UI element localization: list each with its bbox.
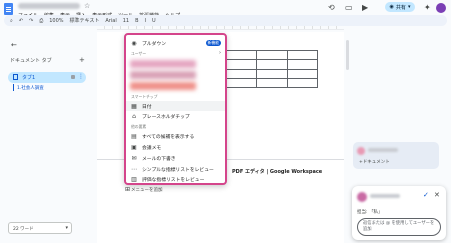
menu-item-email-draft[interactable]: ✉ メールの下書き	[126, 153, 225, 163]
reply-input[interactable]: 返信または @ を使用してユーザーを追加	[357, 218, 441, 236]
close-icon[interactable]: ✕	[434, 191, 440, 199]
video-call-icon[interactable]: ▶	[362, 3, 368, 12]
avatar	[357, 192, 367, 202]
document-tabs-sidebar: ← ドキュメント タブ + タブ1 ⋮ 1.社会人調査 22 ワード ▾	[0, 32, 95, 243]
person-suggestion[interactable]	[130, 71, 196, 79]
search-icon[interactable]: ⌕	[10, 18, 13, 24]
print-icon[interactable]: ⎙	[39, 18, 43, 24]
assignee-label: 担当: 「私」	[357, 210, 383, 215]
comment-text: +ドキュメント	[359, 160, 390, 165]
menu-item-label: すべての候補を表示する	[142, 134, 195, 140]
placeholder-chip-icon: ⌂	[132, 112, 136, 120]
scrollbar[interactable]	[346, 40, 349, 70]
commenter-name	[370, 194, 400, 198]
menu-item-label: プレースホルダチップ	[142, 114, 190, 120]
sidebar-item-tab1[interactable]: タブ1 ⋮	[8, 72, 86, 83]
formatting-toolbar: ⌕ ↶ ↷ ⎙ 100% 標準テキスト Arial 11 B I U	[4, 15, 447, 26]
menu-item-label: 日付	[142, 104, 152, 110]
style-select[interactable]: 標準テキスト	[70, 17, 100, 24]
check-icon[interactable]: ✓	[423, 191, 429, 199]
mail-icon: ✉	[131, 154, 137, 162]
dots-icon: ⋯	[131, 165, 137, 173]
section-smart-chips: スマートチップ	[131, 94, 158, 99]
avatar	[357, 147, 365, 155]
note-icon: ▣	[131, 143, 137, 151]
chevron-down-icon: ▾	[65, 225, 68, 231]
italic-button[interactable]: I	[145, 18, 146, 24]
comment-icon[interactable]: ▭	[345, 3, 353, 12]
bold-button[interactable]: B	[135, 18, 138, 24]
menu-item-meeting-notes[interactable]: ▣ 会議メモ	[126, 142, 225, 152]
font-select[interactable]: Arial	[105, 18, 116, 24]
menu-item-label: シンプルな指標リストをレビュー	[142, 167, 214, 173]
commenter-name	[368, 148, 398, 152]
menu-item-show-all[interactable]: ▤ すべての候補を表示する	[126, 131, 225, 141]
outline-heading[interactable]: 1.社会人調査	[17, 85, 44, 91]
underline-button[interactable]: U	[152, 18, 156, 24]
gemini-icon[interactable]: ✦	[424, 3, 431, 12]
add-menu-link[interactable]: メニューを追加	[131, 187, 163, 193]
calendar-icon: ▦	[131, 102, 137, 110]
horizontal-ruler[interactable]	[97, 26, 344, 30]
heading-indicator	[13, 84, 14, 91]
menu-item-review[interactable]: ▥ 評価な指標リストをレビュー	[126, 174, 225, 183]
new-badge: 新機能	[205, 40, 221, 46]
chevron-down-icon: ▾	[407, 4, 411, 10]
menu-item-dropdown[interactable]: ◉ プルダウン 新機能	[126, 38, 225, 48]
menu-item-label: 会議メモ	[142, 145, 162, 151]
active-comment-card[interactable]: ✓ ✕ 担当: 「私」 返信または @ を使用してユーザーを追加	[352, 186, 446, 240]
insert-chip-menu: ◉ プルダウン 新機能 ユーザー › スマートチップ ▦ 日付 ⌂ プレースホル…	[124, 33, 227, 185]
sidebar-title: ドキュメント タブ	[10, 58, 52, 64]
chip-icon: ◉	[131, 39, 137, 47]
menu-item-simple-review[interactable]: ⋯ シンプルな指標リストをレビュー	[126, 164, 225, 174]
redo-icon[interactable]: ↷	[29, 18, 33, 24]
menu-item-label: 評価な指標リストをレビュー	[142, 177, 205, 183]
document-icon	[13, 74, 18, 80]
document-table[interactable]	[225, 49, 319, 89]
tab-label: タブ1	[22, 75, 36, 81]
avatar[interactable]	[436, 3, 446, 13]
word-count-label: 22 ワード	[13, 227, 34, 232]
back-arrow-icon[interactable]: ←	[11, 41, 17, 49]
person-suggestion[interactable]	[130, 60, 196, 68]
add-comment-icon[interactable]: ⊞	[125, 186, 130, 193]
section-users: ユーザー	[131, 51, 147, 56]
comment-card[interactable]: +ドキュメント	[353, 142, 439, 169]
star-icon[interactable]: ☆	[84, 2, 90, 10]
document-link-text[interactable]: PDF エディタ | Google Workspace	[232, 168, 322, 175]
share-label: 共有	[395, 4, 406, 11]
more-vert-icon[interactable]: ⋮	[78, 73, 84, 80]
doc-icon: ▤	[131, 132, 137, 140]
undo-icon[interactable]: ↶	[19, 18, 23, 24]
review-icon: ▥	[131, 175, 137, 183]
document-title[interactable]	[18, 3, 80, 9]
menu-item-label: プルダウン	[142, 41, 166, 47]
docs-logo-icon[interactable]	[4, 3, 13, 15]
chevron-right-icon[interactable]: ›	[219, 50, 221, 56]
globe-icon: ◉	[389, 4, 394, 10]
section-other: 他の要素	[131, 124, 147, 129]
menu-item-date[interactable]: ▦ 日付	[126, 101, 225, 111]
person-suggestion[interactable]	[130, 82, 196, 90]
share-button[interactable]: ◉ 共有 ▾	[385, 2, 415, 12]
add-tab-icon[interactable]: +	[79, 56, 85, 64]
tab-option-icon[interactable]	[71, 75, 75, 79]
menu-item-placeholder-chip[interactable]: ⌂ プレースホルダチップ	[126, 111, 225, 121]
menu-item-label: メールの下書き	[142, 156, 176, 162]
zoom-select[interactable]: 100%	[49, 18, 63, 24]
word-count-select[interactable]: 22 ワード ▾	[8, 222, 72, 234]
history-icon[interactable]: ⟲	[328, 3, 335, 12]
font-size[interactable]: 11	[123, 18, 129, 24]
